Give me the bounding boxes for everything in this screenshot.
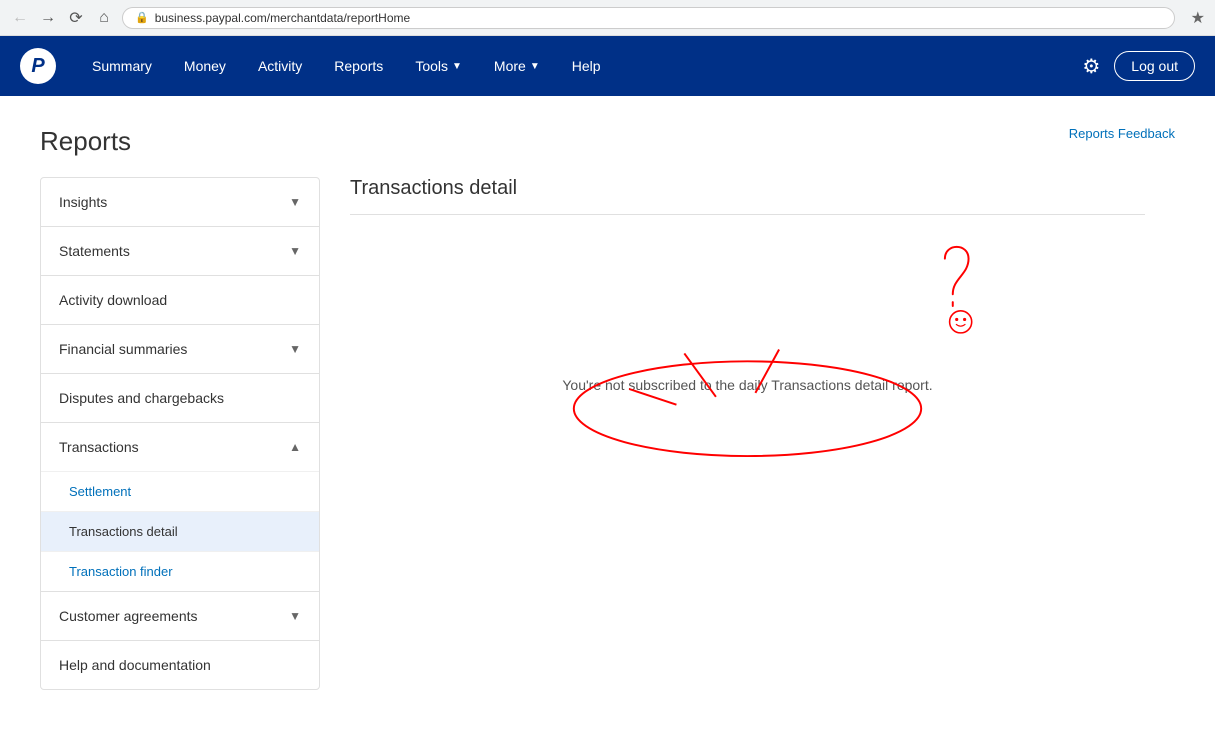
main-layout: Insights ▼ Statements ▼ Activity downloa… — [40, 177, 1175, 690]
paypal-nav: P Summary Money Activity Reports Tools ▼… — [0, 36, 1215, 96]
page-title: Reports — [40, 126, 131, 157]
main-content: Transactions detail — [320, 177, 1175, 690]
empty-message: You're not subscribed to the daily Trans… — [562, 377, 932, 393]
sidebar-insights-header[interactable]: Insights ▼ — [41, 178, 319, 226]
nav-tools[interactable]: Tools ▼ — [399, 36, 478, 96]
forward-button[interactable]: → — [38, 8, 58, 28]
sidebar-item-disputes: Disputes and chargebacks — [41, 374, 319, 423]
nav-reports[interactable]: Reports — [318, 36, 399, 96]
sidebar-transactions-header[interactable]: Transactions ▲ — [41, 423, 319, 471]
url-text: business.paypal.com/merchantdata/reportH… — [155, 11, 410, 25]
customer-agreements-chevron: ▼ — [289, 609, 301, 623]
page-content: Reports Reports Feedback Insights ▼ Stat… — [0, 96, 1215, 750]
back-button[interactable]: ← — [10, 8, 30, 28]
nav-right: ⚙ Log out — [1082, 51, 1195, 81]
nav-more[interactable]: More ▼ — [478, 36, 556, 96]
transaction-finder-link[interactable]: Transaction finder — [41, 551, 319, 591]
statements-label: Statements — [59, 243, 130, 259]
sidebar: Insights ▼ Statements ▼ Activity downloa… — [40, 177, 320, 690]
activity-download-link[interactable]: Activity download — [41, 276, 319, 324]
sidebar-statements-header[interactable]: Statements ▼ — [41, 227, 319, 275]
home-button[interactable]: ⌂ — [94, 8, 114, 28]
sidebar-customer-agreements-header[interactable]: Customer agreements ▼ — [41, 592, 319, 640]
sidebar-item-financial-summaries: Financial summaries ▼ — [41, 325, 319, 374]
nav-items: Summary Money Activity Reports Tools ▼ M… — [76, 36, 1082, 96]
transactions-detail-link[interactable]: Transactions detail — [41, 511, 319, 551]
transactions-chevron: ▲ — [289, 440, 301, 454]
sidebar-item-activity-download: Activity download — [41, 276, 319, 325]
nav-help[interactable]: Help — [556, 36, 617, 96]
paypal-logo: P — [20, 48, 56, 84]
sidebar-item-transactions: Transactions ▲ Settlement Transactions d… — [41, 423, 319, 592]
bookmark-icon[interactable]: ★ — [1191, 8, 1205, 28]
browser-chrome: ← → ⟳ ⌂ 🔒 business.paypal.com/merchantda… — [0, 0, 1215, 36]
sidebar-item-insights: Insights ▼ — [41, 178, 319, 227]
help-docs-link[interactable]: Help and documentation — [41, 641, 319, 689]
section-title: Transactions detail — [350, 177, 1145, 215]
sidebar-item-help-docs: Help and documentation — [41, 641, 319, 689]
logo-letter: P — [31, 55, 44, 78]
address-bar[interactable]: 🔒 business.paypal.com/merchantdata/repor… — [122, 7, 1175, 29]
settlement-link[interactable]: Settlement — [41, 471, 319, 511]
lock-icon: 🔒 — [135, 11, 149, 24]
financial-summaries-label: Financial summaries — [59, 341, 187, 357]
logout-button[interactable]: Log out — [1114, 51, 1195, 81]
disputes-link[interactable]: Disputes and chargebacks — [41, 374, 319, 422]
financial-chevron: ▼ — [289, 342, 301, 356]
sidebar-item-customer-agreements: Customer agreements ▼ — [41, 592, 319, 641]
sidebar-financial-header[interactable]: Financial summaries ▼ — [41, 325, 319, 373]
reports-feedback-link[interactable]: Reports Feedback — [1069, 126, 1175, 141]
nav-summary[interactable]: Summary — [76, 36, 168, 96]
reload-button[interactable]: ⟳ — [66, 8, 86, 28]
tools-chevron: ▼ — [452, 61, 462, 72]
settings-button[interactable]: ⚙ — [1082, 54, 1100, 79]
nav-activity[interactable]: Activity — [242, 36, 318, 96]
insights-chevron: ▼ — [289, 195, 301, 209]
statements-chevron: ▼ — [289, 244, 301, 258]
empty-state: You're not subscribed to the daily Trans… — [350, 235, 1145, 535]
nav-money[interactable]: Money — [168, 36, 242, 96]
customer-agreements-label: Customer agreements — [59, 608, 198, 624]
sidebar-item-statements: Statements ▼ — [41, 227, 319, 276]
transactions-label: Transactions — [59, 439, 139, 455]
insights-label: Insights — [59, 194, 107, 210]
page-header: Reports Reports Feedback — [40, 126, 1175, 157]
more-chevron: ▼ — [530, 61, 540, 72]
